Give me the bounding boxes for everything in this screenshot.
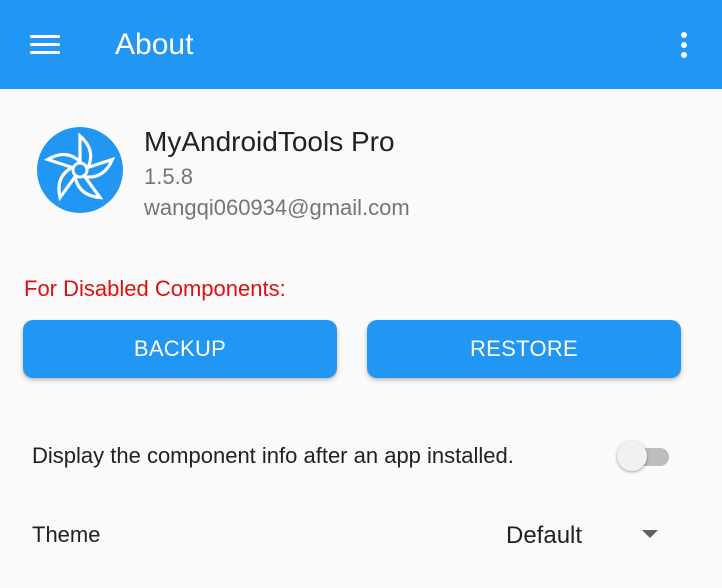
app-name: MyAndroidTools Pro	[144, 126, 395, 157]
toggle-thumb	[617, 441, 647, 471]
app-logo-icon	[37, 127, 123, 213]
component-info-setting-label: Display the component info after an app …	[32, 443, 514, 468]
app-version: 1.5.8	[144, 164, 193, 189]
theme-dropdown[interactable]: Default	[500, 515, 670, 555]
theme-selected-value: Default	[506, 522, 583, 549]
menu-icon[interactable]	[30, 35, 60, 55]
app-bar: About	[0, 0, 722, 89]
more-vert-icon[interactable]	[676, 30, 692, 60]
backup-button[interactable]: BACKUP	[23, 320, 337, 378]
disabled-components-label: For Disabled Components:	[24, 276, 286, 301]
dropdown-arrow-icon	[642, 530, 658, 538]
theme-label: Theme	[32, 522, 101, 547]
restore-button[interactable]: RESTORE	[367, 320, 681, 378]
component-info-toggle[interactable]	[617, 440, 671, 472]
page-title: About	[115, 28, 194, 61]
developer-email: wangqi060934@gmail.com	[144, 195, 410, 220]
